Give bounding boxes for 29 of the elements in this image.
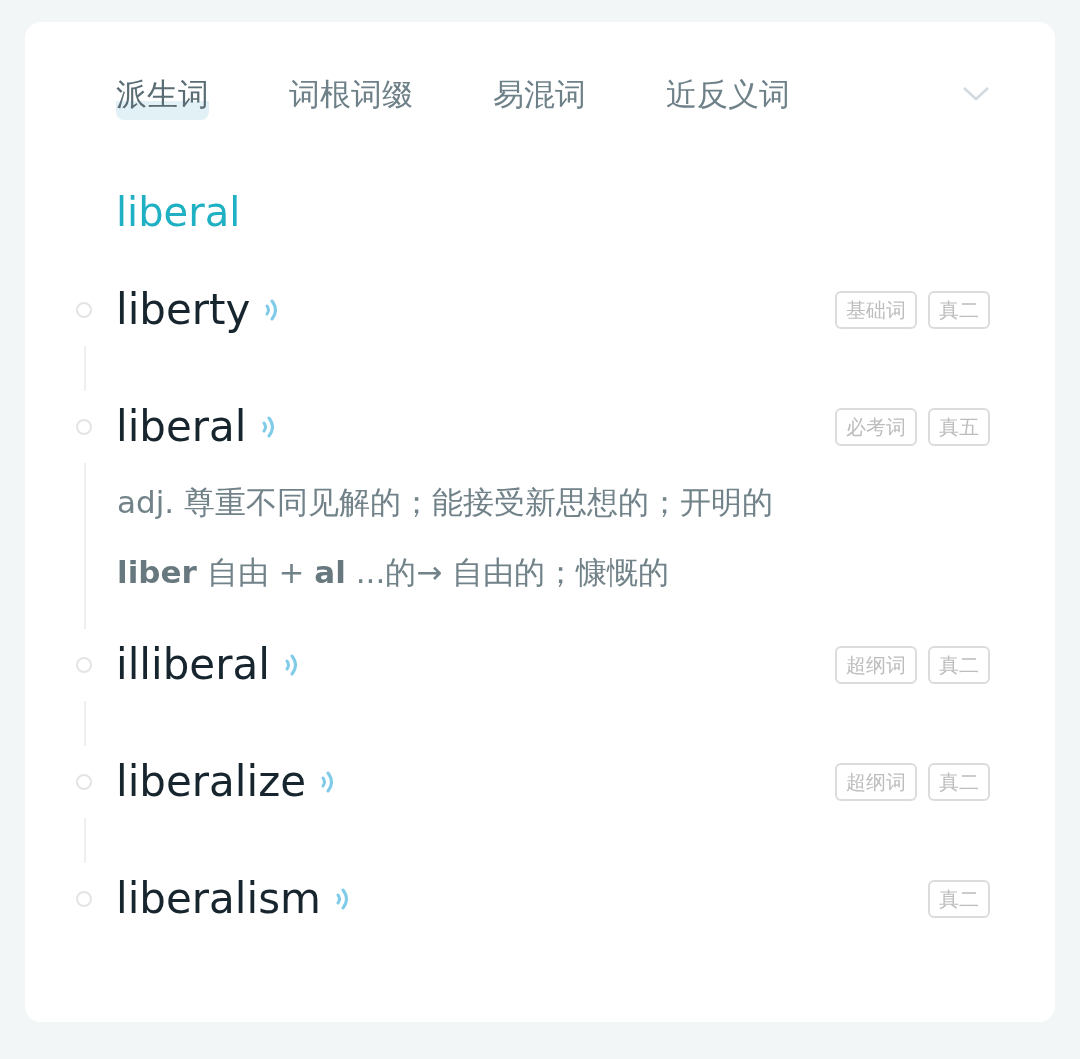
speaker-icon[interactable]: [260, 414, 277, 440]
speaker-icon[interactable]: [335, 886, 351, 912]
word[interactable]: illiberal: [116, 639, 270, 691]
chevron-down-icon[interactable]: [962, 86, 990, 102]
tag: 基础词: [835, 291, 917, 329]
speaker-icon[interactable]: [283, 652, 300, 678]
headword: liberal: [115, 188, 242, 236]
tag: 真二: [928, 880, 990, 918]
tag: 真二: [928, 646, 990, 684]
tag: 超纲词: [835, 646, 917, 684]
tab[interactable]: 易混词: [493, 68, 586, 120]
word[interactable]: liberal: [116, 401, 247, 453]
bullet-icon: [76, 657, 92, 673]
tag: 真五: [928, 408, 990, 446]
tag: 真二: [928, 763, 990, 801]
word[interactable]: liberty: [116, 284, 251, 336]
bullet-icon: [76, 891, 92, 907]
word[interactable]: liberalism: [116, 873, 321, 925]
bullet-icon: [76, 419, 92, 435]
tab[interactable]: 近反义词: [666, 68, 790, 120]
tag: 超纲词: [835, 763, 917, 801]
definition-text: liber 自由 + al ...的→ 自由的；慷慨的: [117, 553, 671, 592]
bullet-icon: [76, 302, 92, 318]
tag: 必考词: [835, 408, 917, 446]
definition-text: adj. 尊重不同见解的；能接受新思想的；开明的: [117, 483, 774, 522]
bullet-icon: [76, 774, 92, 790]
tag: 真二: [928, 291, 990, 329]
word[interactable]: liberalize: [116, 756, 307, 808]
tab[interactable]: 词根词缀: [289, 68, 413, 120]
